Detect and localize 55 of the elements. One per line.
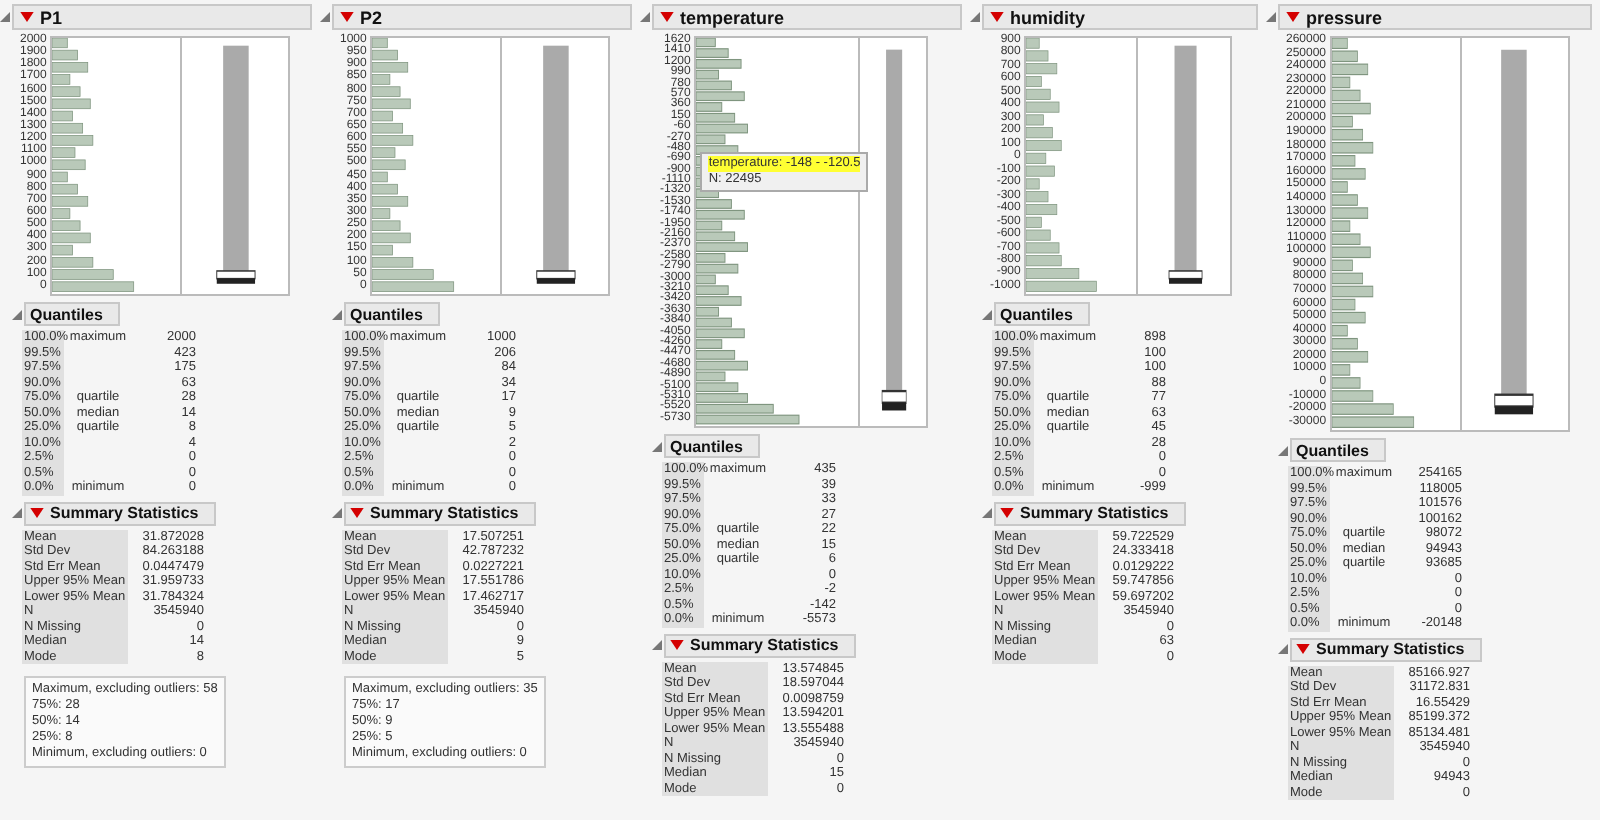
menu-triangle-icon[interactable] xyxy=(350,508,364,518)
section-header[interactable]: Summary Statistics xyxy=(1290,637,1483,661)
section-title: Quantiles xyxy=(350,305,423,323)
disclosure-icon[interactable] xyxy=(970,12,980,22)
disclosure-icon[interactable] xyxy=(1278,644,1288,654)
section-header[interactable]: Summary Statistics xyxy=(664,633,857,657)
disclosure-icon[interactable] xyxy=(1278,445,1288,455)
panel-title: P2 xyxy=(360,7,383,27)
disclosure-icon[interactable] xyxy=(12,508,22,518)
disclosure-icon[interactable] xyxy=(982,309,992,319)
disclosure-icon[interactable] xyxy=(982,508,992,518)
section-title: Quantiles xyxy=(1296,441,1369,459)
menu-triangle-icon[interactable] xyxy=(660,12,674,22)
section-title: Summary Statistics xyxy=(370,504,519,522)
panel-title: pressure xyxy=(1306,7,1383,27)
disclosure-icon[interactable] xyxy=(320,12,330,22)
section-header[interactable]: Summary Statistics xyxy=(994,501,1187,525)
disclosure-icon[interactable] xyxy=(12,309,22,319)
disclosure-icon[interactable] xyxy=(640,12,650,22)
disclosure-icon[interactable] xyxy=(332,309,342,319)
section-title: Summary Statistics xyxy=(50,504,199,522)
panel-header[interactable]: pressure xyxy=(1278,4,1592,30)
section-title: Summary Statistics xyxy=(1316,640,1465,658)
disclosure-icon[interactable] xyxy=(652,640,662,650)
section-header[interactable]: Quantiles xyxy=(664,434,761,458)
panel-header[interactable]: humidity xyxy=(982,4,1258,30)
section-header[interactable]: Quantiles xyxy=(1290,438,1387,462)
disclosure-icon[interactable] xyxy=(1266,12,1276,22)
menu-triangle-icon[interactable] xyxy=(340,12,354,22)
section-title: Summary Statistics xyxy=(1020,504,1169,522)
section-header[interactable]: Quantiles xyxy=(24,302,121,326)
section-header[interactable]: Quantiles xyxy=(344,302,441,326)
section-header[interactable]: Summary Statistics xyxy=(344,501,537,525)
section-header[interactable]: Quantiles xyxy=(994,302,1091,326)
panel-header[interactable]: P2 xyxy=(332,4,632,30)
panel-header[interactable]: temperature xyxy=(652,4,962,30)
disclosure-icon[interactable] xyxy=(332,508,342,518)
menu-triangle-icon[interactable] xyxy=(1000,508,1014,518)
menu-triangle-icon[interactable] xyxy=(1286,12,1300,22)
section-title: Quantiles xyxy=(1000,305,1073,323)
section-header[interactable]: Summary Statistics xyxy=(24,501,217,525)
section-title: Quantiles xyxy=(30,305,103,323)
section-title: Summary Statistics xyxy=(690,636,839,654)
menu-triangle-icon[interactable] xyxy=(30,508,44,518)
menu-triangle-icon[interactable] xyxy=(1296,644,1310,654)
panel-title: temperature xyxy=(680,7,785,27)
panel-header[interactable]: P1 xyxy=(12,4,312,30)
menu-triangle-icon[interactable] xyxy=(670,640,684,650)
panel-title: P1 xyxy=(40,7,63,27)
menu-triangle-icon[interactable] xyxy=(990,12,1004,22)
disclosure-icon[interactable] xyxy=(0,12,10,22)
menu-triangle-icon[interactable] xyxy=(20,12,34,22)
disclosure-icon[interactable] xyxy=(652,441,662,451)
panel-title: humidity xyxy=(1010,7,1085,27)
section-title: Quantiles xyxy=(670,437,743,455)
